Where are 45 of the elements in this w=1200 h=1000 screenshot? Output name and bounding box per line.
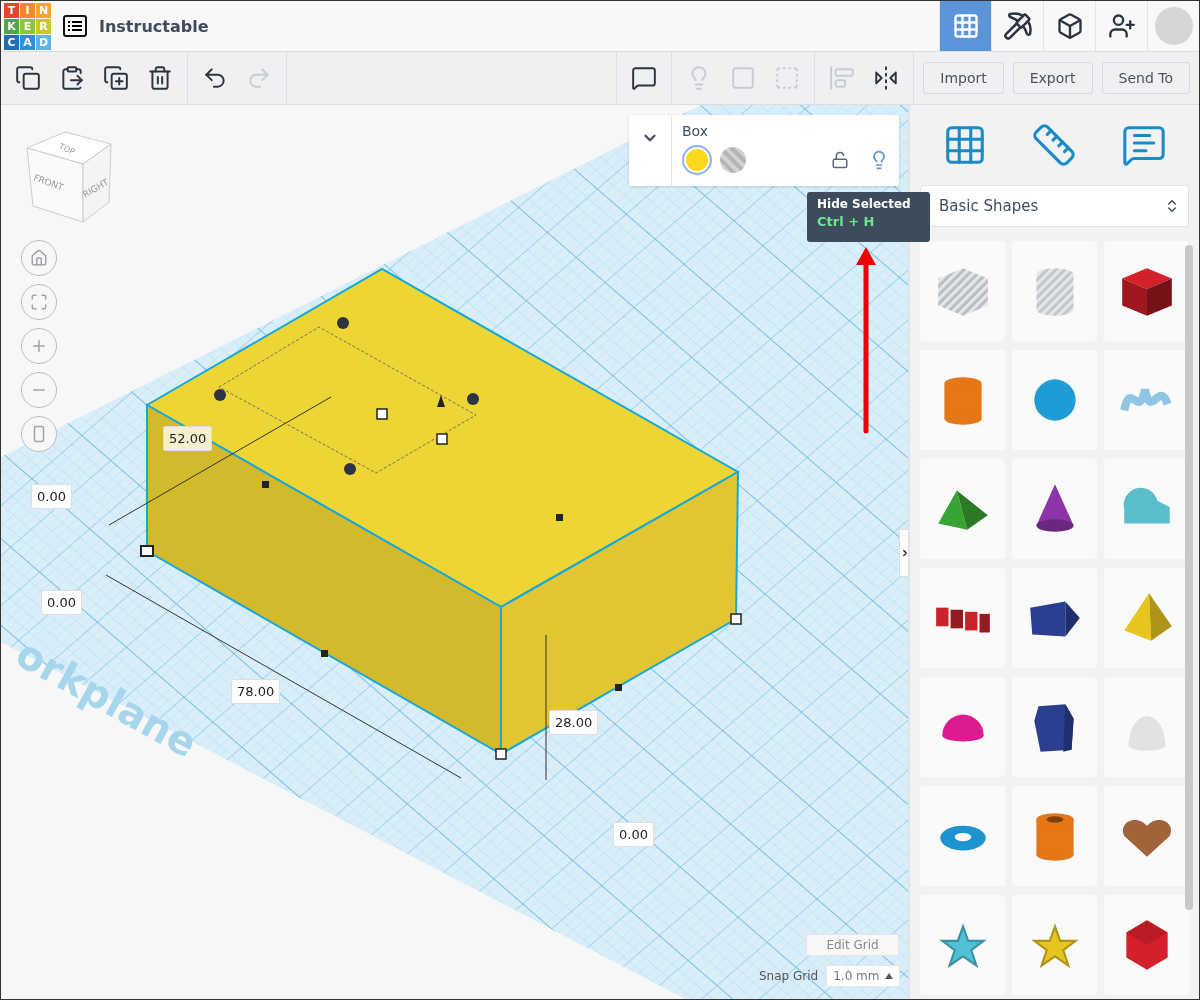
dimension-field[interactable]: 0.00 bbox=[41, 590, 82, 615]
add-user-icon bbox=[1107, 12, 1136, 40]
menu-icon[interactable] bbox=[63, 15, 87, 37]
toolbar-button[interactable]: Send To bbox=[1101, 62, 1190, 94]
delete-icon[interactable] bbox=[147, 65, 173, 91]
tooltip-title: Hide Selected bbox=[817, 197, 912, 211]
solid-color-option[interactable] bbox=[682, 145, 712, 175]
logo[interactable]: T I N K E R C A D bbox=[4, 2, 51, 50]
fit-button[interactable] bbox=[21, 284, 57, 320]
home-icon[interactable] bbox=[30, 249, 48, 267]
shape-category-select[interactable]: Basic Shapes bbox=[920, 185, 1189, 227]
copy-icon[interactable] bbox=[15, 65, 41, 91]
cube-face-label: TOP bbox=[57, 141, 76, 157]
shortcut-text: Ctrl + H bbox=[817, 214, 876, 229]
toolbar-button[interactable]: Export bbox=[1012, 62, 1093, 94]
panel-toggle-button[interactable] bbox=[899, 529, 908, 577]
duplicate-icon[interactable] bbox=[103, 65, 129, 91]
zoom-in-button[interactable] bbox=[21, 328, 57, 364]
scrollbar[interactable] bbox=[1185, 245, 1193, 910]
dimension-field[interactable]: 0.00 bbox=[613, 822, 654, 847]
paste-icon[interactable] bbox=[59, 65, 85, 91]
snap-grid-select[interactable]: 1.0 mm bbox=[826, 965, 901, 987]
ortho-button[interactable] bbox=[21, 416, 57, 452]
dimension-field[interactable]: 0.00 bbox=[31, 484, 72, 509]
fit-icon[interactable] bbox=[30, 293, 48, 311]
caret-icon[interactable] bbox=[885, 973, 894, 979]
home-button[interactable] bbox=[21, 240, 57, 276]
notes-icon[interactable] bbox=[631, 65, 658, 91]
snap-grid-label: Snap Grid bbox=[759, 969, 819, 983]
avatar bbox=[1154, 7, 1193, 45]
design-title: Instructable bbox=[99, 16, 209, 36]
unlock-icon[interactable] bbox=[831, 151, 849, 169]
zoom-out-button[interactable] bbox=[21, 372, 57, 408]
shape-name: Box bbox=[682, 123, 710, 139]
undo-icon[interactable] bbox=[202, 65, 228, 91]
ruler-tab[interactable] bbox=[1031, 122, 1078, 168]
dimension-field[interactable]: 28.00 bbox=[549, 710, 599, 735]
zoom-in-icon[interactable] bbox=[30, 337, 48, 355]
mirror-icon[interactable] bbox=[873, 65, 900, 91]
dimension-field[interactable]: 78.00 bbox=[231, 679, 281, 704]
dimension-field[interactable]: 52.00 bbox=[163, 426, 213, 451]
toolbar-button[interactable]: Import bbox=[923, 62, 1004, 94]
pickaxe-icon bbox=[1002, 11, 1033, 41]
chevron-icon[interactable] bbox=[900, 547, 908, 559]
grid-icon bbox=[951, 12, 980, 40]
